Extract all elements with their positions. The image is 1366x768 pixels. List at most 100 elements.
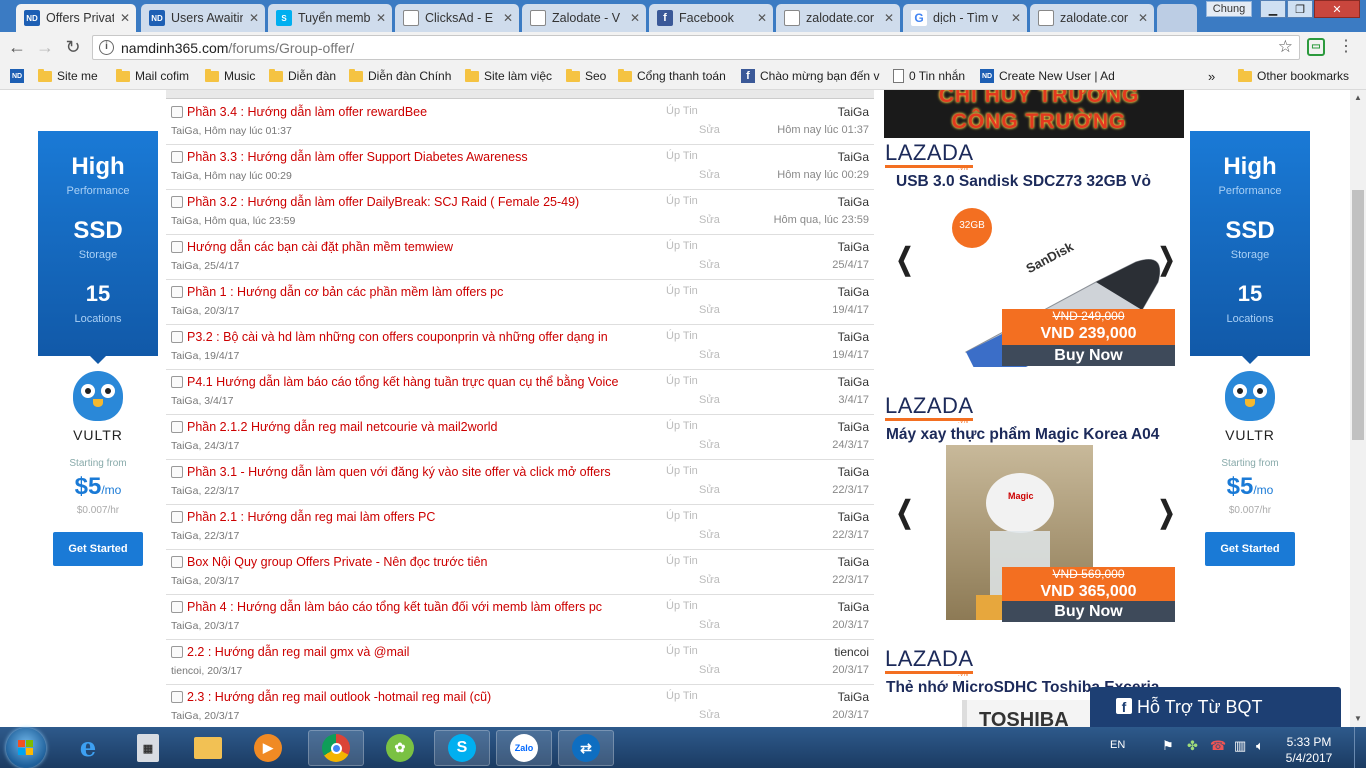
close-tab-icon[interactable]: ✕	[1011, 11, 1021, 25]
thread-author[interactable]: TaiGa	[171, 440, 198, 452]
last-post-user[interactable]: TaiGa	[838, 195, 869, 209]
thread-author[interactable]: TaiGa	[171, 260, 198, 272]
thread-title[interactable]: Hướng dẫn các bạn cài đặt phần mềm temwi…	[187, 240, 453, 254]
bookmark-namdinh[interactable]: ND	[10, 67, 24, 85]
taskbar-teamviewer[interactable]: ⇄	[558, 730, 614, 766]
last-post-user[interactable]: TaiGa	[838, 105, 869, 119]
thread-checkbox[interactable]	[171, 286, 183, 298]
thread-title[interactable]: Phần 2.1 : Hướng dẫn reg mai làm offers …	[187, 510, 435, 524]
thread-checkbox[interactable]	[171, 601, 183, 613]
taskbar-ie[interactable]: e	[60, 730, 116, 766]
thread-author[interactable]: TaiGa	[171, 215, 198, 227]
last-post-user[interactable]: TaiGa	[838, 555, 869, 569]
bump-link[interactable]: Úp Tin	[666, 420, 698, 432]
thread-checkbox[interactable]	[171, 196, 183, 208]
site-info-icon[interactable]: i	[99, 40, 114, 55]
bump-link[interactable]: Úp Tin	[666, 690, 698, 702]
thread-row[interactable]: P3.2 : Bộ cài và hd làm những con offers…	[166, 325, 874, 370]
vultr-ad-right[interactable]: High Performance SSD Storage 15 Location…	[1190, 131, 1310, 571]
bump-link[interactable]: Úp Tin	[666, 240, 698, 252]
thread-checkbox[interactable]	[171, 691, 183, 703]
tab-clicksad[interactable]: ClicksAd - E ✕	[395, 4, 519, 32]
edit-link[interactable]: Sửa	[699, 259, 720, 271]
thread-row[interactable]: Phần 3.2 : Hướng dẫn làm offer DailyBrea…	[166, 190, 874, 235]
edit-link[interactable]: Sửa	[699, 124, 720, 136]
tab-zalodate-com[interactable]: zalodate.cor ✕	[776, 4, 900, 32]
bump-link[interactable]: Úp Tin	[666, 285, 698, 297]
bookmark-dien-dan-chinh[interactable]: Diễn đàn Chính	[349, 67, 451, 85]
lazada-product-usb[interactable]: LAZADA .VN USB 3.0 Sandisk SDCZ73 32GB V…	[884, 140, 1184, 370]
scroll-down-icon[interactable]: ▼	[1350, 711, 1366, 727]
last-post-user[interactable]: TaiGa	[838, 510, 869, 524]
edit-link[interactable]: Sửa	[699, 619, 720, 631]
last-post-user[interactable]: TaiGa	[838, 150, 869, 164]
volume-icon[interactable]: 🔈︎	[1256, 738, 1264, 754]
bump-link[interactable]: Úp Tin	[666, 645, 698, 657]
taskbar-media[interactable]: ▶	[240, 730, 296, 766]
last-post-user[interactable]: TaiGa	[838, 285, 869, 299]
thread-author[interactable]: TaiGa	[171, 125, 198, 137]
system-clock[interactable]: 5:33 PM 5/4/2017	[1272, 734, 1346, 766]
carousel-prev-icon[interactable]: ❮	[896, 495, 914, 530]
extension-icon[interactable]: ▭	[1307, 38, 1325, 56]
bump-link[interactable]: Úp Tin	[666, 150, 698, 162]
tray-network-alert-icon[interactable]: ☎	[1210, 738, 1226, 754]
taskbar-coccoc[interactable]: ✿	[372, 730, 428, 766]
close-tab-icon[interactable]: ✕	[757, 11, 767, 25]
thread-title[interactable]: Phần 4 : Hướng dẫn làm báo cáo tổng kết …	[187, 600, 602, 614]
thread-author[interactable]: TaiGa	[171, 710, 198, 722]
taskbar-zalo[interactable]: Zalo	[496, 730, 552, 766]
bookmark-tin-nhan[interactable]: 0 Tin nhắn	[893, 67, 965, 85]
product-name[interactable]: USB 3.0 Sandisk SDCZ73 32GB Vỏ	[896, 173, 1151, 191]
thread-checkbox[interactable]	[171, 331, 183, 343]
thread-row[interactable]: Box Nội Quy group Offers Private - Nên đ…	[166, 550, 874, 595]
support-button[interactable]: f Hỗ Trợ Từ BQT	[1090, 687, 1341, 727]
banner-ad[interactable]: CHỈ HUY TRƯỞNG CÔNG TRƯỜNG	[884, 90, 1184, 138]
edit-link[interactable]: Sửa	[699, 394, 720, 406]
bump-link[interactable]: Úp Tin	[666, 555, 698, 567]
bump-link[interactable]: Úp Tin	[666, 195, 698, 207]
thread-checkbox[interactable]	[171, 466, 183, 478]
action-center-flag-icon[interactable]: ⚑	[1162, 738, 1174, 754]
thread-title[interactable]: Phần 2.1.2 Hướng dẫn reg mail netcourie …	[187, 420, 497, 434]
vultr-get-started-button[interactable]: Get Started	[1205, 532, 1295, 566]
edit-link[interactable]: Sửa	[699, 169, 720, 181]
thread-title[interactable]: Phần 3.1 - Hướng dẫn làm quen với đăng k…	[187, 465, 611, 479]
bookmark-site-me[interactable]: Site me	[38, 67, 98, 85]
thread-row[interactable]: Phần 1 : Hướng dẫn cơ bản các phần mềm l…	[166, 280, 874, 325]
product-name[interactable]: Máy xay thực phẩm Magic Korea A04	[886, 426, 1159, 444]
thread-author[interactable]: TaiGa	[171, 170, 198, 182]
thread-row[interactable]: Phần 3.1 - Hướng dẫn làm quen với đăng k…	[166, 460, 874, 505]
edit-link[interactable]: Sửa	[699, 439, 720, 451]
taskbar-chrome[interactable]	[308, 730, 364, 766]
vultr-get-started-button[interactable]: Get Started	[53, 532, 143, 566]
tab-users-awaiting[interactable]: ND Users Awaiting ✕	[141, 4, 265, 32]
thread-title[interactable]: Box Nội Quy group Offers Private - Nên đ…	[187, 555, 487, 569]
edit-link[interactable]: Sửa	[699, 529, 720, 541]
edit-link[interactable]: Sửa	[699, 484, 720, 496]
bookmark-create-user[interactable]: ND Create New User | Ad	[980, 67, 1115, 85]
thread-checkbox[interactable]	[171, 151, 183, 163]
chrome-menu-icon[interactable]: ⋮	[1338, 36, 1354, 58]
network-icon[interactable]: ▥	[1234, 738, 1246, 754]
carousel-prev-icon[interactable]: ❮	[896, 242, 914, 277]
tab-offers-private[interactable]: ND Offers Private ✕	[16, 4, 136, 32]
last-post-user[interactable]: tiencoi	[834, 645, 869, 659]
thread-title[interactable]: 2.3 : Hướng dẫn reg mail outlook -hotmai…	[187, 690, 491, 704]
bookmark-site-lam-viec[interactable]: Site làm việc	[465, 67, 552, 85]
edit-link[interactable]: Sửa	[699, 574, 720, 586]
maximize-icon[interactable]: ❐	[1287, 0, 1313, 18]
thread-author[interactable]: TaiGa	[171, 485, 198, 497]
close-tab-icon[interactable]: ✕	[503, 11, 513, 25]
bookmark-dien-dan[interactable]: Diễn đàn	[269, 67, 336, 85]
thread-row[interactable]: Phần 3.4 : Hướng dẫn làm offer rewardBee…	[166, 100, 874, 145]
last-post-user[interactable]: TaiGa	[838, 690, 869, 704]
thread-title[interactable]: 2.2 : Hướng dẫn reg mail gmx và @mail	[187, 645, 409, 659]
edit-link[interactable]: Sửa	[699, 214, 720, 226]
thread-author[interactable]: TaiGa	[171, 530, 198, 542]
thread-row[interactable]: Phần 4 : Hướng dẫn làm báo cáo tổng kết …	[166, 595, 874, 640]
thread-row[interactable]: Phần 2.1 : Hướng dẫn reg mai làm offers …	[166, 505, 874, 550]
new-tab-button[interactable]	[1157, 4, 1197, 32]
edit-link[interactable]: Sửa	[699, 349, 720, 361]
thread-checkbox[interactable]	[171, 376, 183, 388]
